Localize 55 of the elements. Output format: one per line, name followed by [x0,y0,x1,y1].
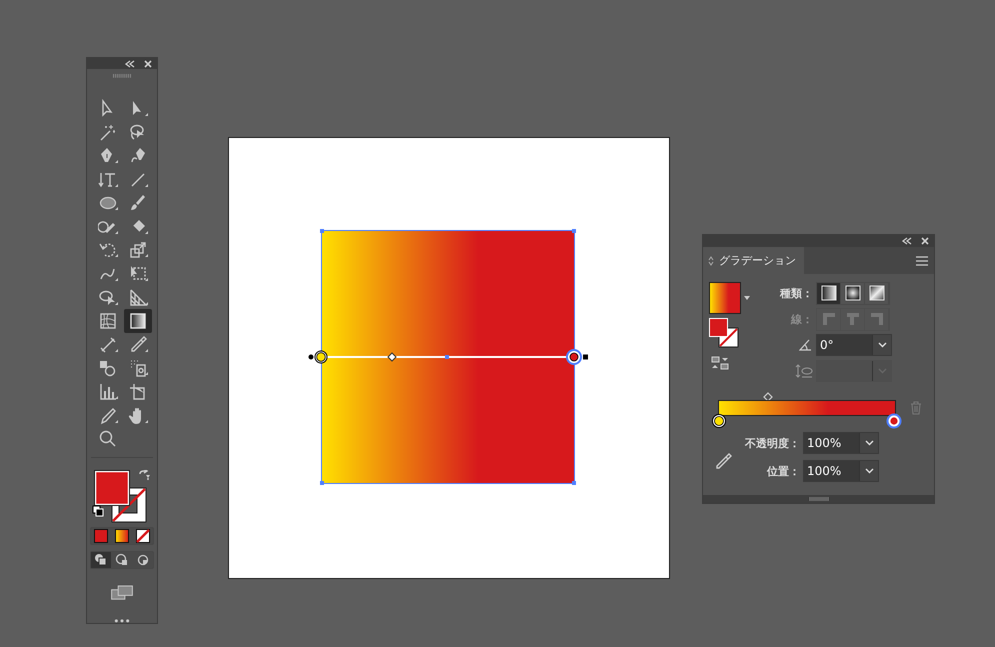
fill-stroke-swatches[interactable] [709,318,739,348]
reverse-gradient-icon[interactable] [711,356,729,370]
location-field[interactable]: 100% [803,460,879,482]
gradient-stop[interactable] [314,350,328,364]
gradient-stop[interactable] [566,349,582,365]
perspective-grid-icon[interactable] [128,288,148,308]
aspect-ratio-field[interactable] [816,360,892,382]
width-arrow-icon[interactable] [98,334,118,355]
type-label: 種類： [778,286,814,300]
bar-chart-icon[interactable] [98,382,118,402]
gradient-swatch[interactable] [709,282,741,314]
scale-icon[interactable] [128,240,148,260]
midpoint-diamond-icon[interactable] [763,392,773,402]
gradient-slider[interactable] [718,400,896,416]
angle-field[interactable]: 0° [816,334,892,356]
location-label: 位置： [766,464,801,478]
fill-stroke-swatches[interactable] [94,470,148,524]
color-mode-icon[interactable] [94,529,108,544]
resize-grip-icon[interactable] [808,497,828,501]
spray-can-icon[interactable] [128,358,148,378]
swap-arrow-icon[interactable] [138,470,150,482]
collapse-icon[interactable] [125,60,135,68]
symbol-sprayer-icon[interactable] [98,358,118,378]
gradient-mode-icon[interactable] [115,529,129,544]
collapse-icon[interactable] [902,237,912,245]
opacity-label: 不透明度： [744,436,801,450]
color-stop[interactable] [886,413,902,429]
none-mode-icon[interactable] [136,529,150,544]
menu-icon[interactable] [916,256,928,266]
default-colors-icon[interactable] [92,505,104,518]
aspect-ratio-icon [795,364,813,378]
draw-mode-icon[interactable] [94,553,108,568]
angle-icon [799,339,813,351]
mesh-icon[interactable] [98,311,118,332]
radial-gradient-icon[interactable] [844,285,860,301]
draw-mode-icon[interactable] [136,553,150,568]
freeform-gradient-icon[interactable] [868,285,884,301]
close-icon[interactable] [921,237,929,245]
sort-arrows-icon[interactable] [708,256,714,266]
magic-wand-icon[interactable] [98,122,118,143]
linear-gradient-icon[interactable] [820,285,836,301]
pencil-icon[interactable] [98,406,118,426]
draw-mode-icon[interactable] [115,553,129,568]
stroke-label: 線： [790,312,814,326]
close-icon[interactable] [144,60,152,68]
color-stop[interactable] [711,413,727,429]
dropdown-caret-icon[interactable] [744,296,750,300]
opacity-field[interactable]: 100% [803,432,879,454]
hand-icon[interactable] [128,406,148,426]
grip-icon[interactable] [112,74,132,78]
gradient-annotator[interactable] [308,352,588,362]
panel-tab[interactable]: グラデーション [703,247,804,274]
more-tools-icon[interactable] [114,619,130,623]
gradient-icon[interactable] [128,311,148,332]
screen-mode-icon[interactable] [110,585,134,600]
